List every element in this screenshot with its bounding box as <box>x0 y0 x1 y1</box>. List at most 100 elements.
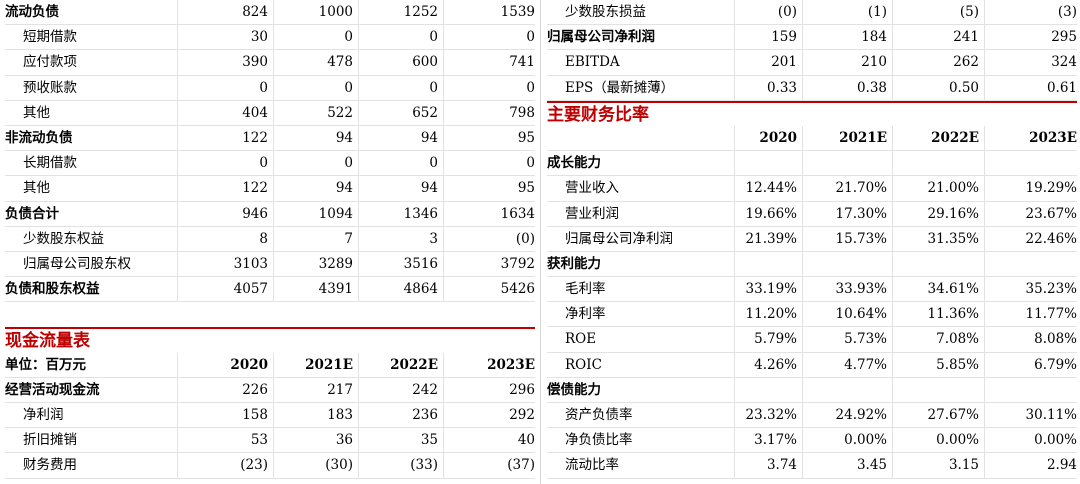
cell-separator <box>802 352 803 377</box>
ratio-value: 10.64% <box>835 306 887 323</box>
cell-separator <box>273 201 274 226</box>
cashflow-value: (37) <box>507 457 535 474</box>
balance-value: 522 <box>327 104 353 121</box>
cell-separator <box>177 277 178 302</box>
cashflow-value: 158 <box>242 407 268 423</box>
balance-value: 5426 <box>500 281 535 298</box>
balance-value: 4391 <box>318 281 353 298</box>
cell-separator <box>358 75 359 100</box>
balance-row: 少数股东权益 8 7 3 (0) <box>5 226 535 252</box>
cell-separator <box>802 151 803 176</box>
balance-value: 404 <box>242 104 268 121</box>
cell-separator <box>984 403 985 428</box>
cell-separator <box>892 50 893 75</box>
income-value: (5) <box>959 4 979 20</box>
ratio-value: 19.66% <box>745 205 797 222</box>
ratio-header-value: 2022E <box>931 129 979 146</box>
cell-separator <box>273 251 274 277</box>
ratio-value: 6.79% <box>1034 356 1077 373</box>
balance-value: 122 <box>242 129 268 146</box>
cell-separator <box>892 403 893 428</box>
cell-separator <box>734 377 735 402</box>
cell-separator <box>443 277 444 302</box>
cell-separator <box>358 403 359 428</box>
ratio-row: 营业收入 12.44% 21.70% 21.00% 19.29% <box>547 176 1077 202</box>
ratio-label: ROIC <box>565 356 602 373</box>
cell-separator <box>273 428 274 453</box>
cell-separator <box>177 50 178 75</box>
cell-separator <box>273 151 274 176</box>
cell-separator <box>802 302 803 327</box>
cell-separator <box>358 0 359 25</box>
cell-separator <box>734 302 735 327</box>
cell-separator <box>358 377 359 402</box>
balance-value: 4057 <box>233 281 268 298</box>
balance-value: 1252 <box>403 4 438 20</box>
income-row: 少数股东损益 (0) (1) (5) (3) <box>547 0 1077 26</box>
cell-separator <box>177 0 178 25</box>
cell-separator <box>892 277 893 302</box>
cell-separator <box>802 125 803 151</box>
income-value: 201 <box>771 54 797 71</box>
cashflow-row: 折旧摊销 53 36 35 40 <box>5 428 535 454</box>
ratio-row: 净利率 11.20% 10.64% 11.36% 11.77% <box>547 302 1077 328</box>
cell-separator <box>892 0 893 25</box>
cell-separator <box>734 277 735 302</box>
cell-separator <box>892 377 893 402</box>
balance-label: 长期借款 <box>23 155 77 172</box>
income-value: 0.50 <box>948 79 979 96</box>
ratio-value: 34.61% <box>927 281 979 298</box>
ratio-row: 毛利率 33.19% 33.93% 34.61% 35.23% <box>547 277 1077 303</box>
cashflow-value: (30) <box>325 457 353 474</box>
left-panel: 流动负债 824 1000 1252 1539 短期借款 30 0 0 0 应付款项 390 478 60… <box>5 0 535 479</box>
cashflow-header-value: 2021E <box>305 356 353 373</box>
income-value: 159 <box>771 29 797 46</box>
cashflow-header-value: 2022E <box>390 356 438 373</box>
cell-separator <box>892 75 893 100</box>
cell-separator <box>358 125 359 151</box>
balance-row: 应付款项 390 478 600 741 <box>5 50 535 76</box>
cashflow-section-title: 现金流量表 <box>5 327 535 352</box>
income-value: 0.38 <box>856 79 887 96</box>
cashflow-value: 183 <box>327 407 353 423</box>
cashflow-value: 36 <box>335 432 353 449</box>
cashflow-value: 217 <box>327 381 353 398</box>
cell-separator <box>734 75 735 100</box>
cell-separator <box>802 251 803 277</box>
balance-value: 0 <box>259 79 268 96</box>
cell-separator <box>177 453 178 478</box>
ratio-value: 23.67% <box>1025 205 1077 222</box>
cell-separator <box>273 226 274 251</box>
ratio-row: 归属母公司净利润 21.39% 15.73% 31.35% 22.46% <box>547 226 1077 252</box>
balance-label: 短期借款 <box>23 29 77 46</box>
balance-value: 741 <box>509 54 535 71</box>
ratio-value: 33.19% <box>745 281 797 298</box>
cell-separator <box>358 201 359 226</box>
ratio-label: 营业利润 <box>565 205 619 222</box>
cell-separator <box>802 50 803 75</box>
cell-separator <box>734 25 735 50</box>
cell-separator <box>984 428 985 453</box>
ratio-row: 资产负债率 23.32% 24.92% 27.67% 30.11% <box>547 403 1077 429</box>
cell-separator <box>984 125 985 151</box>
cell-separator <box>443 100 444 125</box>
balance-label: 其他 <box>23 104 50 121</box>
ratio-value: 11.20% <box>745 306 797 323</box>
cell-separator <box>734 50 735 75</box>
ratio-value: 19.29% <box>1025 180 1077 197</box>
cell-separator <box>177 251 178 277</box>
cell-separator <box>892 201 893 226</box>
ratio-header-value: 2020 <box>759 129 797 146</box>
cell-separator <box>984 277 985 302</box>
balance-value: 7 <box>344 230 353 247</box>
cell-separator <box>892 151 893 176</box>
cell-separator <box>273 75 274 100</box>
cell-separator <box>802 0 803 25</box>
cell-separator <box>177 226 178 251</box>
cell-separator <box>443 403 444 428</box>
cell-separator <box>358 25 359 50</box>
balance-value: 95 <box>517 129 535 146</box>
ratio-value: 15.73% <box>835 230 887 247</box>
cell-separator <box>892 428 893 453</box>
cell-separator <box>984 25 985 50</box>
